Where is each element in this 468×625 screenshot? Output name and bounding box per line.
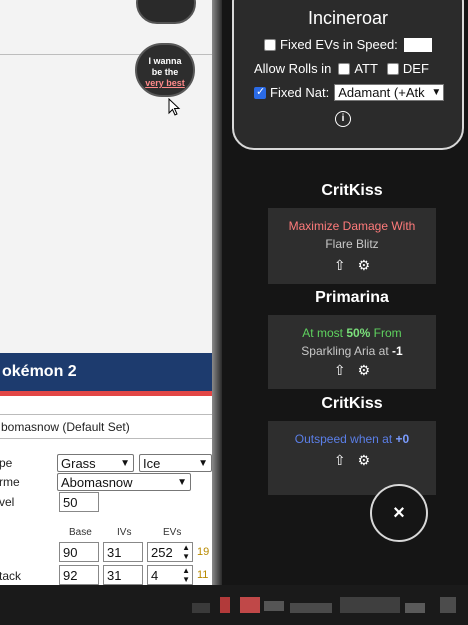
allow-rolls-label: Allow Rolls in — [254, 61, 332, 76]
goal-stage: -1 — [392, 344, 403, 358]
nature-value: Adamant (+Atk — [338, 85, 425, 100]
chevron-down-icon: ▼ — [429, 85, 442, 100]
attacker-name: Incineroar — [307, 8, 389, 28]
gear-icon[interactable]: ⚙ — [358, 257, 371, 273]
move-up-icon[interactable]: ⇧ — [334, 452, 346, 468]
goal-move: Sparkling Aria at -1 — [268, 344, 436, 358]
goal-move: Flare Blitz — [325, 237, 379, 251]
calculator-page: I wanna be the very best okémon 2 bomasn… — [0, 0, 212, 585]
gear-icon[interactable]: ⚙ — [358, 452, 371, 468]
chevron-down-icon: ▼ — [198, 458, 208, 469]
type2-select[interactable]: Ice ▼ — [139, 454, 212, 472]
move-up-icon[interactable]: ⇧ — [334, 362, 346, 378]
section-title-critkiss-2: CritKiss — [321, 395, 383, 412]
type1-select[interactable]: Grass ▼ — [57, 454, 134, 472]
attack-total: 11 — [197, 569, 209, 581]
fixed-nature-checkbox[interactable] — [254, 85, 266, 99]
attack-iv-input[interactable]: 31 — [103, 565, 143, 585]
forme-label: rme — [0, 475, 20, 489]
section-title-critkiss-1: CritKiss — [321, 182, 383, 199]
goal-stage: +0 — [395, 432, 410, 446]
goal-percent: 50% — [346, 326, 371, 340]
hp-ev-input[interactable]: 252 ▲ ▼ — [147, 542, 193, 562]
attacker-options-card: Incineroar Fixed EVs in Speed: Allow Rol… — [232, 0, 464, 150]
fixed-evs-label: Fixed EVs in Speed: — [280, 37, 398, 52]
goal-text-suffix: From — [370, 326, 402, 340]
taskbar-block — [340, 597, 400, 613]
goal-text: Outspeed when at +0 — [268, 432, 436, 446]
evs-column-header: EVs — [163, 527, 182, 538]
taskbar-block — [264, 601, 284, 611]
allow-rolls-row: Allow Rolls in ATT DEF — [254, 61, 429, 76]
chevron-down-icon: ▼ — [177, 477, 187, 488]
taskbar-block — [440, 597, 456, 613]
taskbar-block — [405, 603, 425, 613]
def-checkbox[interactable] — [386, 62, 399, 75]
info-icon[interactable]: i — [335, 111, 351, 127]
set-select[interactable]: bomasnow (Default Set) — [0, 414, 212, 439]
taskbar-block — [240, 597, 260, 613]
hp-total: 19 — [197, 546, 210, 558]
type-label: pe — [0, 456, 13, 470]
taskbar — [0, 585, 468, 625]
forme-value: Abomasnow — [61, 475, 133, 490]
pokemon-2-header: okémon 2 — [0, 353, 212, 391]
goal-box-outspeed: Outspeed when at +0 ⇧ ⚙ — [268, 421, 436, 495]
goal-actions: ⇧ ⚙ — [268, 362, 436, 379]
goal-actions: ⇧ ⚙ — [268, 452, 436, 469]
fixed-evs-row: Fixed EVs in Speed: — [260, 37, 432, 52]
close-button[interactable]: × — [370, 484, 428, 542]
goal-actions: ⇧ ⚙ — [268, 257, 436, 274]
att-label: ATT — [354, 61, 378, 76]
pokemon-2-accent-bar — [0, 391, 212, 396]
goal-text: At most 50% From — [268, 326, 436, 340]
taskbar-block — [220, 597, 230, 613]
forme-select[interactable]: Abomasnow ▼ — [57, 473, 191, 491]
fixed-nature-row: Fixed Nat: Adamant (+Atk ▼ — [250, 84, 445, 101]
attack-stat-label: tack — [0, 569, 22, 583]
goal-box-at-most: At most 50% From Sparkling Aria at -1 ⇧ ⚙ — [268, 315, 436, 389]
level-input[interactable]: 50 — [59, 492, 99, 512]
goal-text: Maximize Damage With — [288, 219, 416, 233]
hp-base-input[interactable]: 90 — [59, 542, 99, 562]
mouse-cursor-icon — [168, 98, 181, 116]
def-label: DEF — [402, 61, 429, 76]
stepper-icon[interactable]: ▲ ▼ — [182, 566, 190, 584]
goal-text-prefix: Outspeed when at — [294, 432, 396, 446]
bubble-line-1: I wanna — [148, 56, 182, 66]
type1-value: Grass — [61, 456, 96, 471]
panel-shadow — [212, 0, 222, 585]
level-label: vel — [0, 495, 15, 509]
nature-select[interactable]: Adamant (+Atk ▼ — [334, 84, 445, 101]
goal-text-prefix: At most — [302, 326, 347, 340]
fixed-nature-label: Fixed Nat: — [270, 85, 330, 100]
type2-value: Ice — [143, 456, 161, 471]
stepper-icon[interactable]: ▲ ▼ — [182, 543, 190, 561]
taskbar-block — [192, 603, 210, 613]
close-icon: × — [393, 502, 405, 524]
attack-ev-value: 4 — [151, 568, 159, 583]
fixed-evs-checkbox[interactable] — [264, 38, 276, 51]
base-column-header: Base — [69, 527, 92, 538]
speed-ev-input[interactable] — [403, 37, 432, 52]
att-checkbox[interactable] — [338, 62, 351, 75]
goal-box-maximize-damage: Maximize Damage With Flare Blitz ⇧ ⚙ — [268, 208, 436, 284]
hp-ev-value: 252 — [151, 545, 173, 560]
hp-iv-input[interactable]: 31 — [103, 542, 143, 562]
very-best-bubble[interactable]: I wanna be the very best — [135, 43, 195, 97]
ivs-column-header: IVs — [117, 527, 132, 538]
goal-move-text: Sparkling Aria at — [301, 344, 393, 358]
attack-base-input[interactable]: 92 — [59, 565, 99, 585]
section-title-primarina: Primarina — [315, 289, 389, 306]
very-best-link[interactable]: very best — [137, 78, 193, 89]
bubble-line-2: be the — [151, 67, 179, 77]
gear-icon[interactable]: ⚙ — [358, 362, 371, 378]
chevron-down-icon: ▼ — [120, 458, 130, 469]
attack-ev-input[interactable]: 4 ▲ ▼ — [147, 565, 193, 585]
move-up-icon[interactable]: ⇧ — [334, 257, 346, 273]
gear-icon — [156, 0, 176, 4]
taskbar-block — [290, 603, 332, 613]
